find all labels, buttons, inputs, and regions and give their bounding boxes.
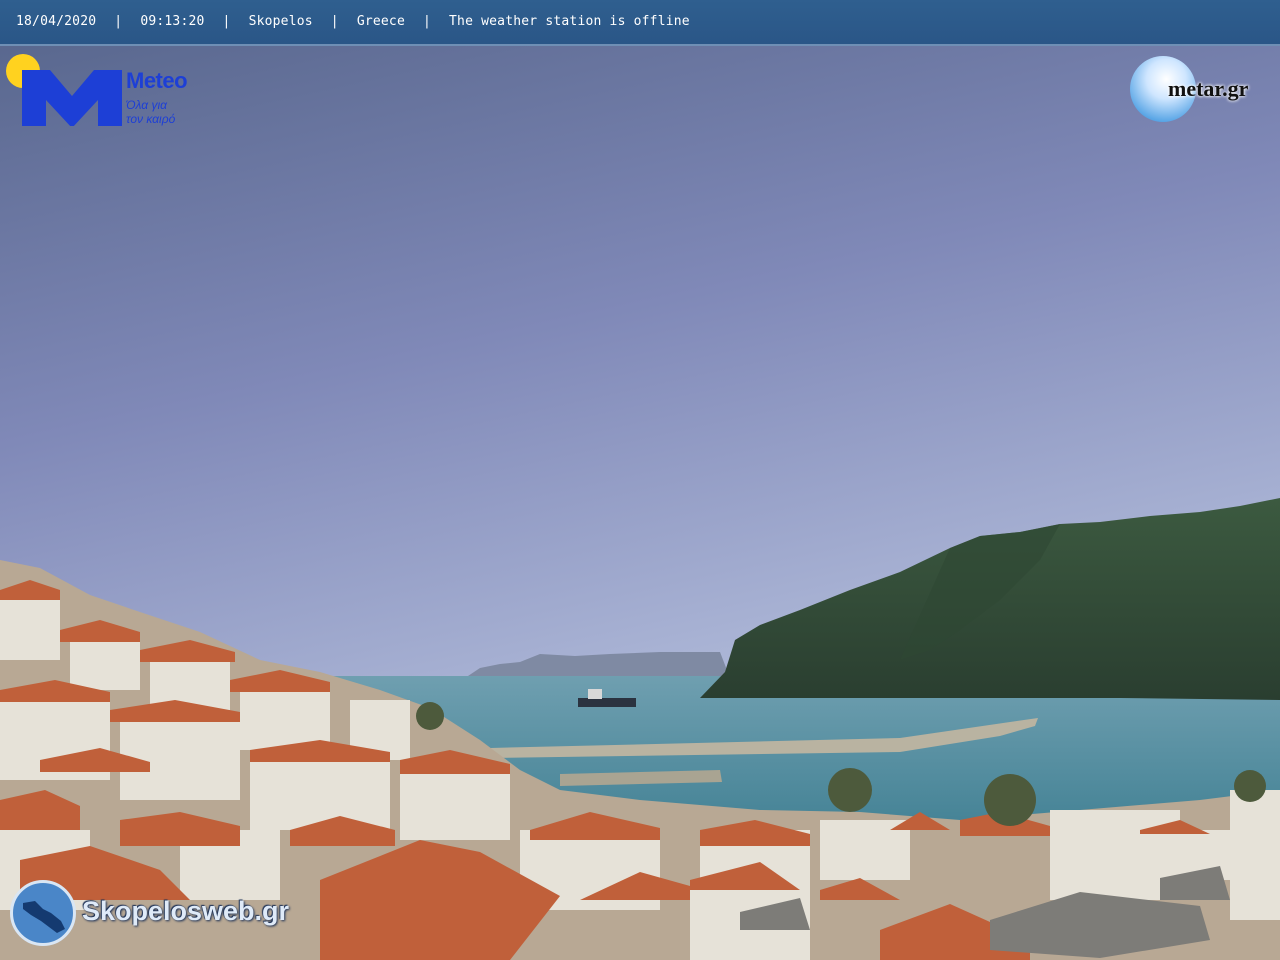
meteo-slogan: Όλα για τον καιρό [126,98,216,126]
separator: | [422,14,432,29]
location-text: Skopelos [248,14,313,29]
separator: | [114,14,123,29]
metar-name: metar.gr [1168,76,1249,101]
meteo-slogan-line2: τον καιρό [126,112,176,126]
harbor-scene [0,0,1280,960]
meteo-slogan-line1: Όλα για [126,98,167,112]
meteo-m-icon [22,70,122,126]
webcam-frame: 18/04/2020 | 09:13:20 | Skopelos | Greece | The … [0,0,1280,960]
skopelosweb-logo: Skopelosweb.gr [10,880,320,950]
skopelosweb-name: Skopelosweb.gr [82,896,290,926]
separator: | [222,14,231,29]
island-map-icon [10,880,76,946]
metar-logo: metar.gr [1128,56,1273,124]
date-text: 18/04/2020 [16,14,97,29]
ship-cabin [588,689,602,699]
info-bar-text: 18/04/2020 | 09:13:20 | Skopelos | Greece | The … [16,14,690,29]
meteo-logo: Meteo Όλα για τον καιρό [6,54,216,130]
ship-hull [578,698,636,707]
info-bar: 18/04/2020 | 09:13:20 | Skopelos | Greece | The … [0,0,1280,46]
meteo-name: Meteo [126,68,188,93]
separator: | [330,14,339,29]
station-status-text: The weather station is offline [449,14,690,29]
country-text: Greece [356,14,405,29]
time-text: 09:13:20 [140,14,205,29]
